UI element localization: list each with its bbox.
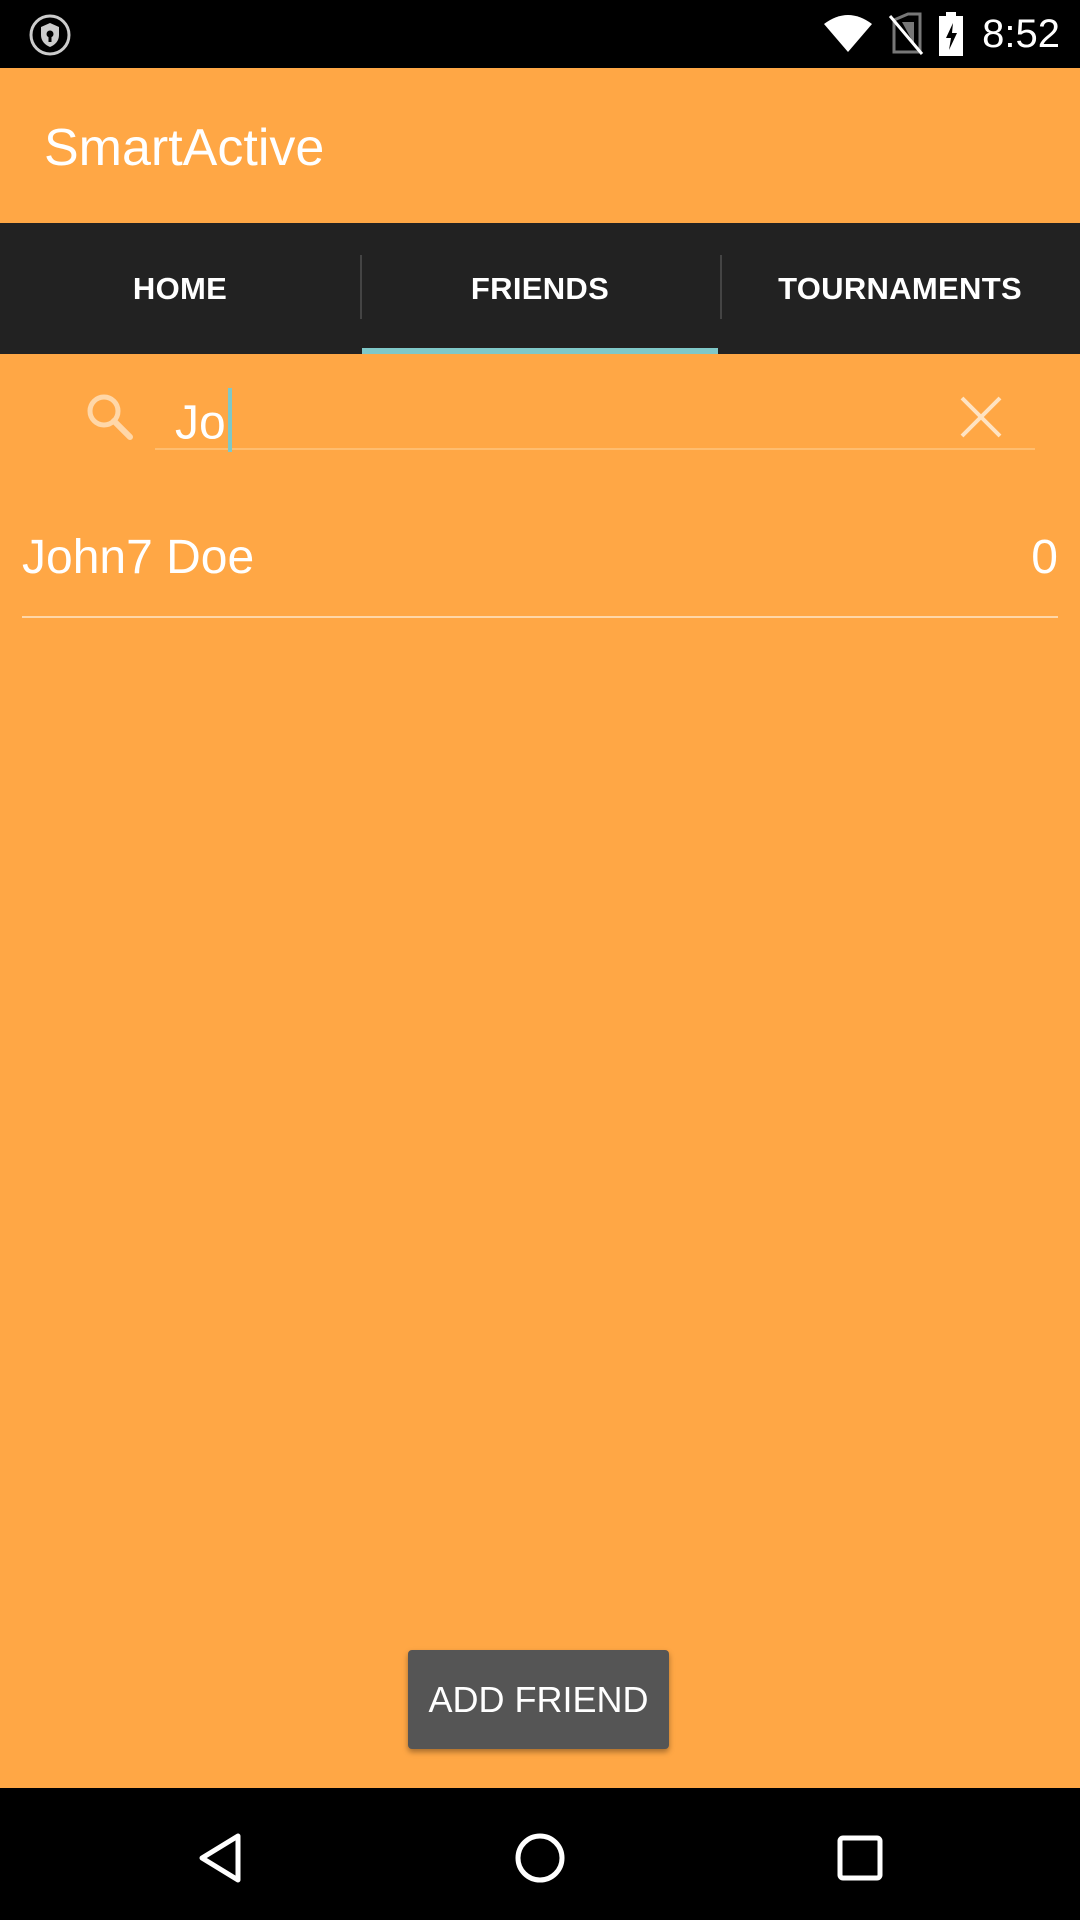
search-value: Jo [175,388,232,458]
home-icon[interactable] [514,1832,566,1884]
status-bar: 8:52 [0,0,1080,68]
shield-icon [29,14,71,56]
app-bar: SmartActive [0,68,1080,223]
back-icon[interactable] [196,1832,244,1884]
tab-bar: HOME FRIENDS TOURNAMENTS [0,223,1080,354]
close-icon[interactable] [958,394,1004,440]
status-time: 8:52 [982,11,1060,56]
battery-charging-icon [939,12,964,56]
app-title: SmartActive [44,119,325,177]
navigation-bar [0,1788,1080,1920]
search-input[interactable]: Jo [155,384,1035,452]
add-friend-button[interactable]: ADD FRIEND [408,1650,669,1749]
tab-friends[interactable]: FRIENDS [360,223,720,354]
text-caret [227,388,232,452]
tab-tournaments[interactable]: TOURNAMENTS [720,223,1080,354]
search-icon [87,394,133,440]
friend-score: 0 [1031,531,1058,584]
search-row: Jo [0,354,1080,474]
tab-home[interactable]: HOME [0,223,360,354]
friend-name: John7 Doe [22,531,255,584]
list-item[interactable]: John7 Doe 0 [22,510,1058,618]
recent-apps-icon[interactable] [836,1834,884,1882]
wifi-icon [824,15,873,52]
no-sim-icon [888,12,924,55]
